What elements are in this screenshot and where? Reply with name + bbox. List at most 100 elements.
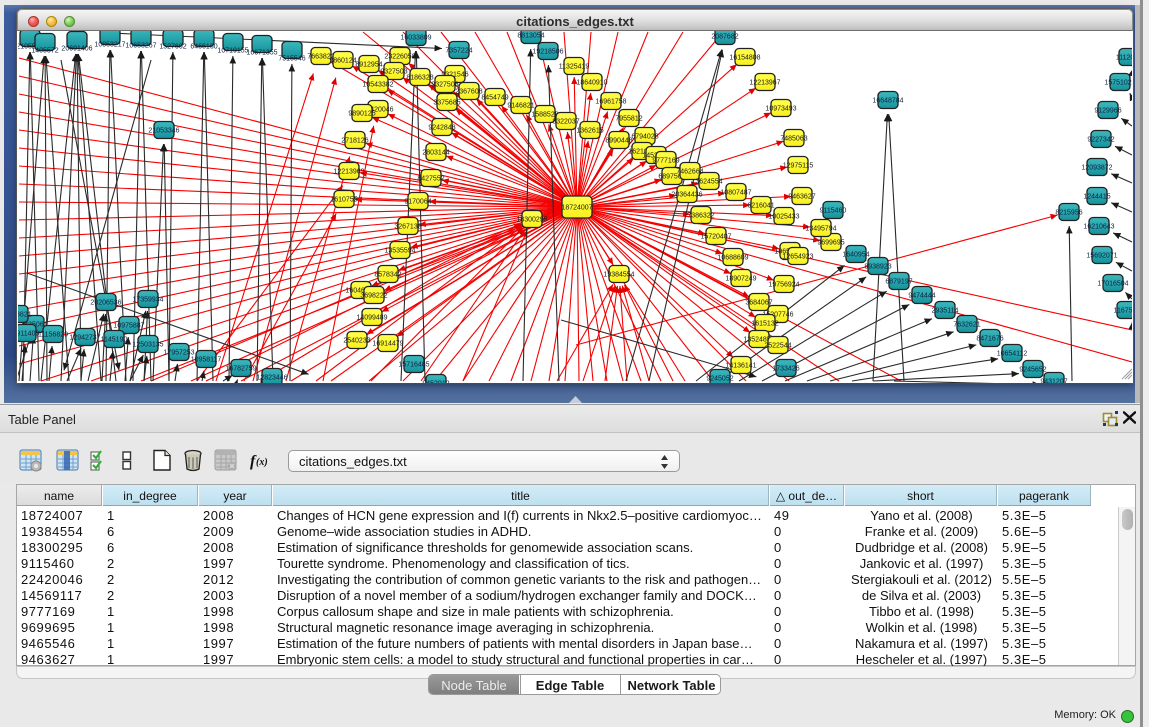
svg-text:3684067: 3684067 bbox=[745, 300, 772, 307]
svg-text:9227342: 9227342 bbox=[1087, 137, 1114, 144]
svg-text:10975887: 10975887 bbox=[113, 323, 144, 330]
svg-text:2367608: 2367608 bbox=[455, 89, 482, 96]
svg-text:10958117: 10958117 bbox=[191, 357, 222, 364]
svg-text:2522544: 2522544 bbox=[764, 343, 791, 350]
svg-text:9115460: 9115460 bbox=[820, 208, 847, 215]
svg-text:10807487: 10807487 bbox=[720, 190, 751, 197]
svg-text:11156829: 11156829 bbox=[38, 332, 68, 339]
svg-text:20691406: 20691406 bbox=[61, 46, 92, 53]
svg-text:10654112: 10654112 bbox=[997, 351, 1028, 358]
svg-text:13535594: 13535594 bbox=[384, 248, 415, 255]
svg-text:16154808: 16154808 bbox=[729, 55, 760, 62]
svg-text:8990448: 8990448 bbox=[605, 138, 632, 145]
svg-text:21053346: 21053346 bbox=[148, 128, 179, 135]
svg-text:2540233: 2540233 bbox=[343, 338, 370, 345]
svg-text:9327503: 9327503 bbox=[380, 69, 407, 76]
svg-text:9146821: 9146821 bbox=[507, 103, 534, 110]
svg-text:12654923: 12654923 bbox=[782, 254, 813, 261]
svg-text:16210643: 16210643 bbox=[1083, 224, 1114, 231]
svg-text:16033809: 16033809 bbox=[400, 35, 431, 42]
svg-text:8186328: 8186328 bbox=[406, 75, 433, 82]
svg-text:15692071: 15692071 bbox=[1086, 253, 1117, 260]
svg-text:19218506: 19218506 bbox=[532, 49, 563, 56]
svg-text:6216041: 6216041 bbox=[747, 203, 774, 210]
svg-text:6794028: 6794028 bbox=[631, 134, 658, 141]
svg-text:9327508: 9327508 bbox=[431, 82, 458, 89]
svg-text:9170064: 9170064 bbox=[404, 199, 431, 206]
svg-text:19756924: 19756924 bbox=[768, 282, 799, 289]
svg-text:23226058: 23226058 bbox=[384, 54, 415, 61]
svg-text:1733426: 1733426 bbox=[772, 366, 799, 373]
svg-text:7357224: 7357224 bbox=[445, 48, 472, 55]
svg-text:2803144: 2803144 bbox=[422, 150, 449, 157]
svg-text:8938923: 8938923 bbox=[864, 264, 891, 271]
svg-text:9431207: 9431207 bbox=[1040, 379, 1067, 384]
svg-text:3375685: 3375685 bbox=[433, 100, 460, 107]
svg-text:9699695: 9699695 bbox=[817, 240, 844, 247]
svg-text:12213969: 12213969 bbox=[333, 169, 364, 176]
svg-text:1405572: 1405572 bbox=[31, 48, 58, 55]
svg-text:11325419: 11325419 bbox=[559, 64, 590, 71]
svg-text:8215956: 8215956 bbox=[1055, 210, 1082, 217]
svg-text:10973493: 10973493 bbox=[765, 106, 796, 113]
svg-text:12823446: 12823446 bbox=[256, 375, 287, 382]
svg-text:14099489: 14099489 bbox=[356, 315, 387, 322]
svg-text:12213967: 12213967 bbox=[749, 80, 780, 87]
svg-text:17359934: 17359934 bbox=[132, 297, 163, 304]
svg-text:7515546: 7515546 bbox=[278, 56, 305, 63]
svg-text:1588520: 1588520 bbox=[531, 112, 558, 119]
svg-text:18300295: 18300295 bbox=[516, 217, 547, 224]
svg-text:1145190: 1145190 bbox=[101, 337, 128, 344]
svg-text:9474444: 9474444 bbox=[908, 293, 935, 300]
svg-text:15716485: 15716485 bbox=[398, 362, 429, 369]
svg-text:8813054: 8813054 bbox=[517, 33, 544, 40]
svg-text:15720407: 15720407 bbox=[700, 234, 731, 241]
svg-text:12975115: 12975115 bbox=[783, 163, 814, 170]
svg-text:12503135: 12503135 bbox=[132, 342, 163, 349]
svg-text:9242848: 9242848 bbox=[428, 125, 455, 132]
svg-text:8454749: 8454749 bbox=[481, 95, 508, 102]
svg-text:6879197: 6879197 bbox=[885, 279, 912, 286]
svg-text:8578342: 8578342 bbox=[374, 272, 401, 279]
svg-text:9890125: 9890125 bbox=[348, 111, 375, 118]
svg-text:1112044: 1112044 bbox=[1116, 55, 1132, 62]
svg-text:9463627: 9463627 bbox=[788, 194, 815, 201]
svg-text:6466160: 6466160 bbox=[190, 44, 217, 51]
svg-text:19384554: 19384554 bbox=[603, 272, 634, 279]
svg-text:8471676: 8471676 bbox=[976, 336, 1003, 343]
svg-text:12093872: 12093872 bbox=[1081, 165, 1112, 172]
svg-text:9245052: 9245052 bbox=[706, 376, 733, 383]
svg-text:3911400: 3911400 bbox=[18, 331, 39, 338]
svg-text:16671355: 16671355 bbox=[246, 50, 277, 57]
svg-text:2087682: 2087682 bbox=[711, 34, 738, 41]
svg-text:20206536: 20206536 bbox=[90, 300, 121, 307]
svg-text:12942737: 12942737 bbox=[69, 335, 100, 342]
svg-text:10719155: 10719155 bbox=[217, 48, 248, 55]
svg-text:8427552: 8427552 bbox=[417, 176, 444, 183]
svg-text:8322037: 8322037 bbox=[552, 119, 579, 126]
svg-text:9818821: 9818821 bbox=[18, 312, 32, 319]
svg-text:9860124: 9860124 bbox=[329, 58, 356, 65]
svg-text:3698222: 3698222 bbox=[360, 293, 387, 300]
svg-text:1167534: 1167534 bbox=[1114, 308, 1132, 315]
svg-text:7485063: 7485063 bbox=[780, 136, 807, 143]
svg-text:16648784: 16648784 bbox=[872, 98, 903, 105]
svg-text:7386322: 7386322 bbox=[687, 213, 714, 220]
svg-text:10025433: 10025433 bbox=[768, 214, 799, 221]
svg-text:1527602: 1527602 bbox=[159, 44, 186, 51]
svg-text:9777169: 9777169 bbox=[652, 158, 679, 165]
svg-text:17957253: 17957253 bbox=[163, 350, 194, 357]
svg-text:9129966: 9129966 bbox=[1094, 108, 1121, 115]
svg-text:3624554: 3624554 bbox=[695, 179, 722, 186]
svg-text:10853217: 10853217 bbox=[94, 42, 125, 49]
svg-text:20364436: 20364436 bbox=[671, 192, 702, 199]
svg-text:9452012: 9452012 bbox=[422, 381, 449, 384]
svg-text:3267130: 3267130 bbox=[394, 224, 421, 231]
svg-text:1362615: 1362615 bbox=[576, 128, 603, 135]
svg-text:18724007: 18724007 bbox=[561, 205, 592, 212]
svg-text:17016504: 17016504 bbox=[1097, 281, 1128, 288]
svg-text:8912954: 8912954 bbox=[355, 62, 382, 69]
svg-text:18907249: 18907249 bbox=[725, 276, 756, 283]
svg-text:15751024: 15751024 bbox=[1104, 80, 1132, 87]
svg-text:1244415: 1244415 bbox=[1083, 194, 1110, 201]
